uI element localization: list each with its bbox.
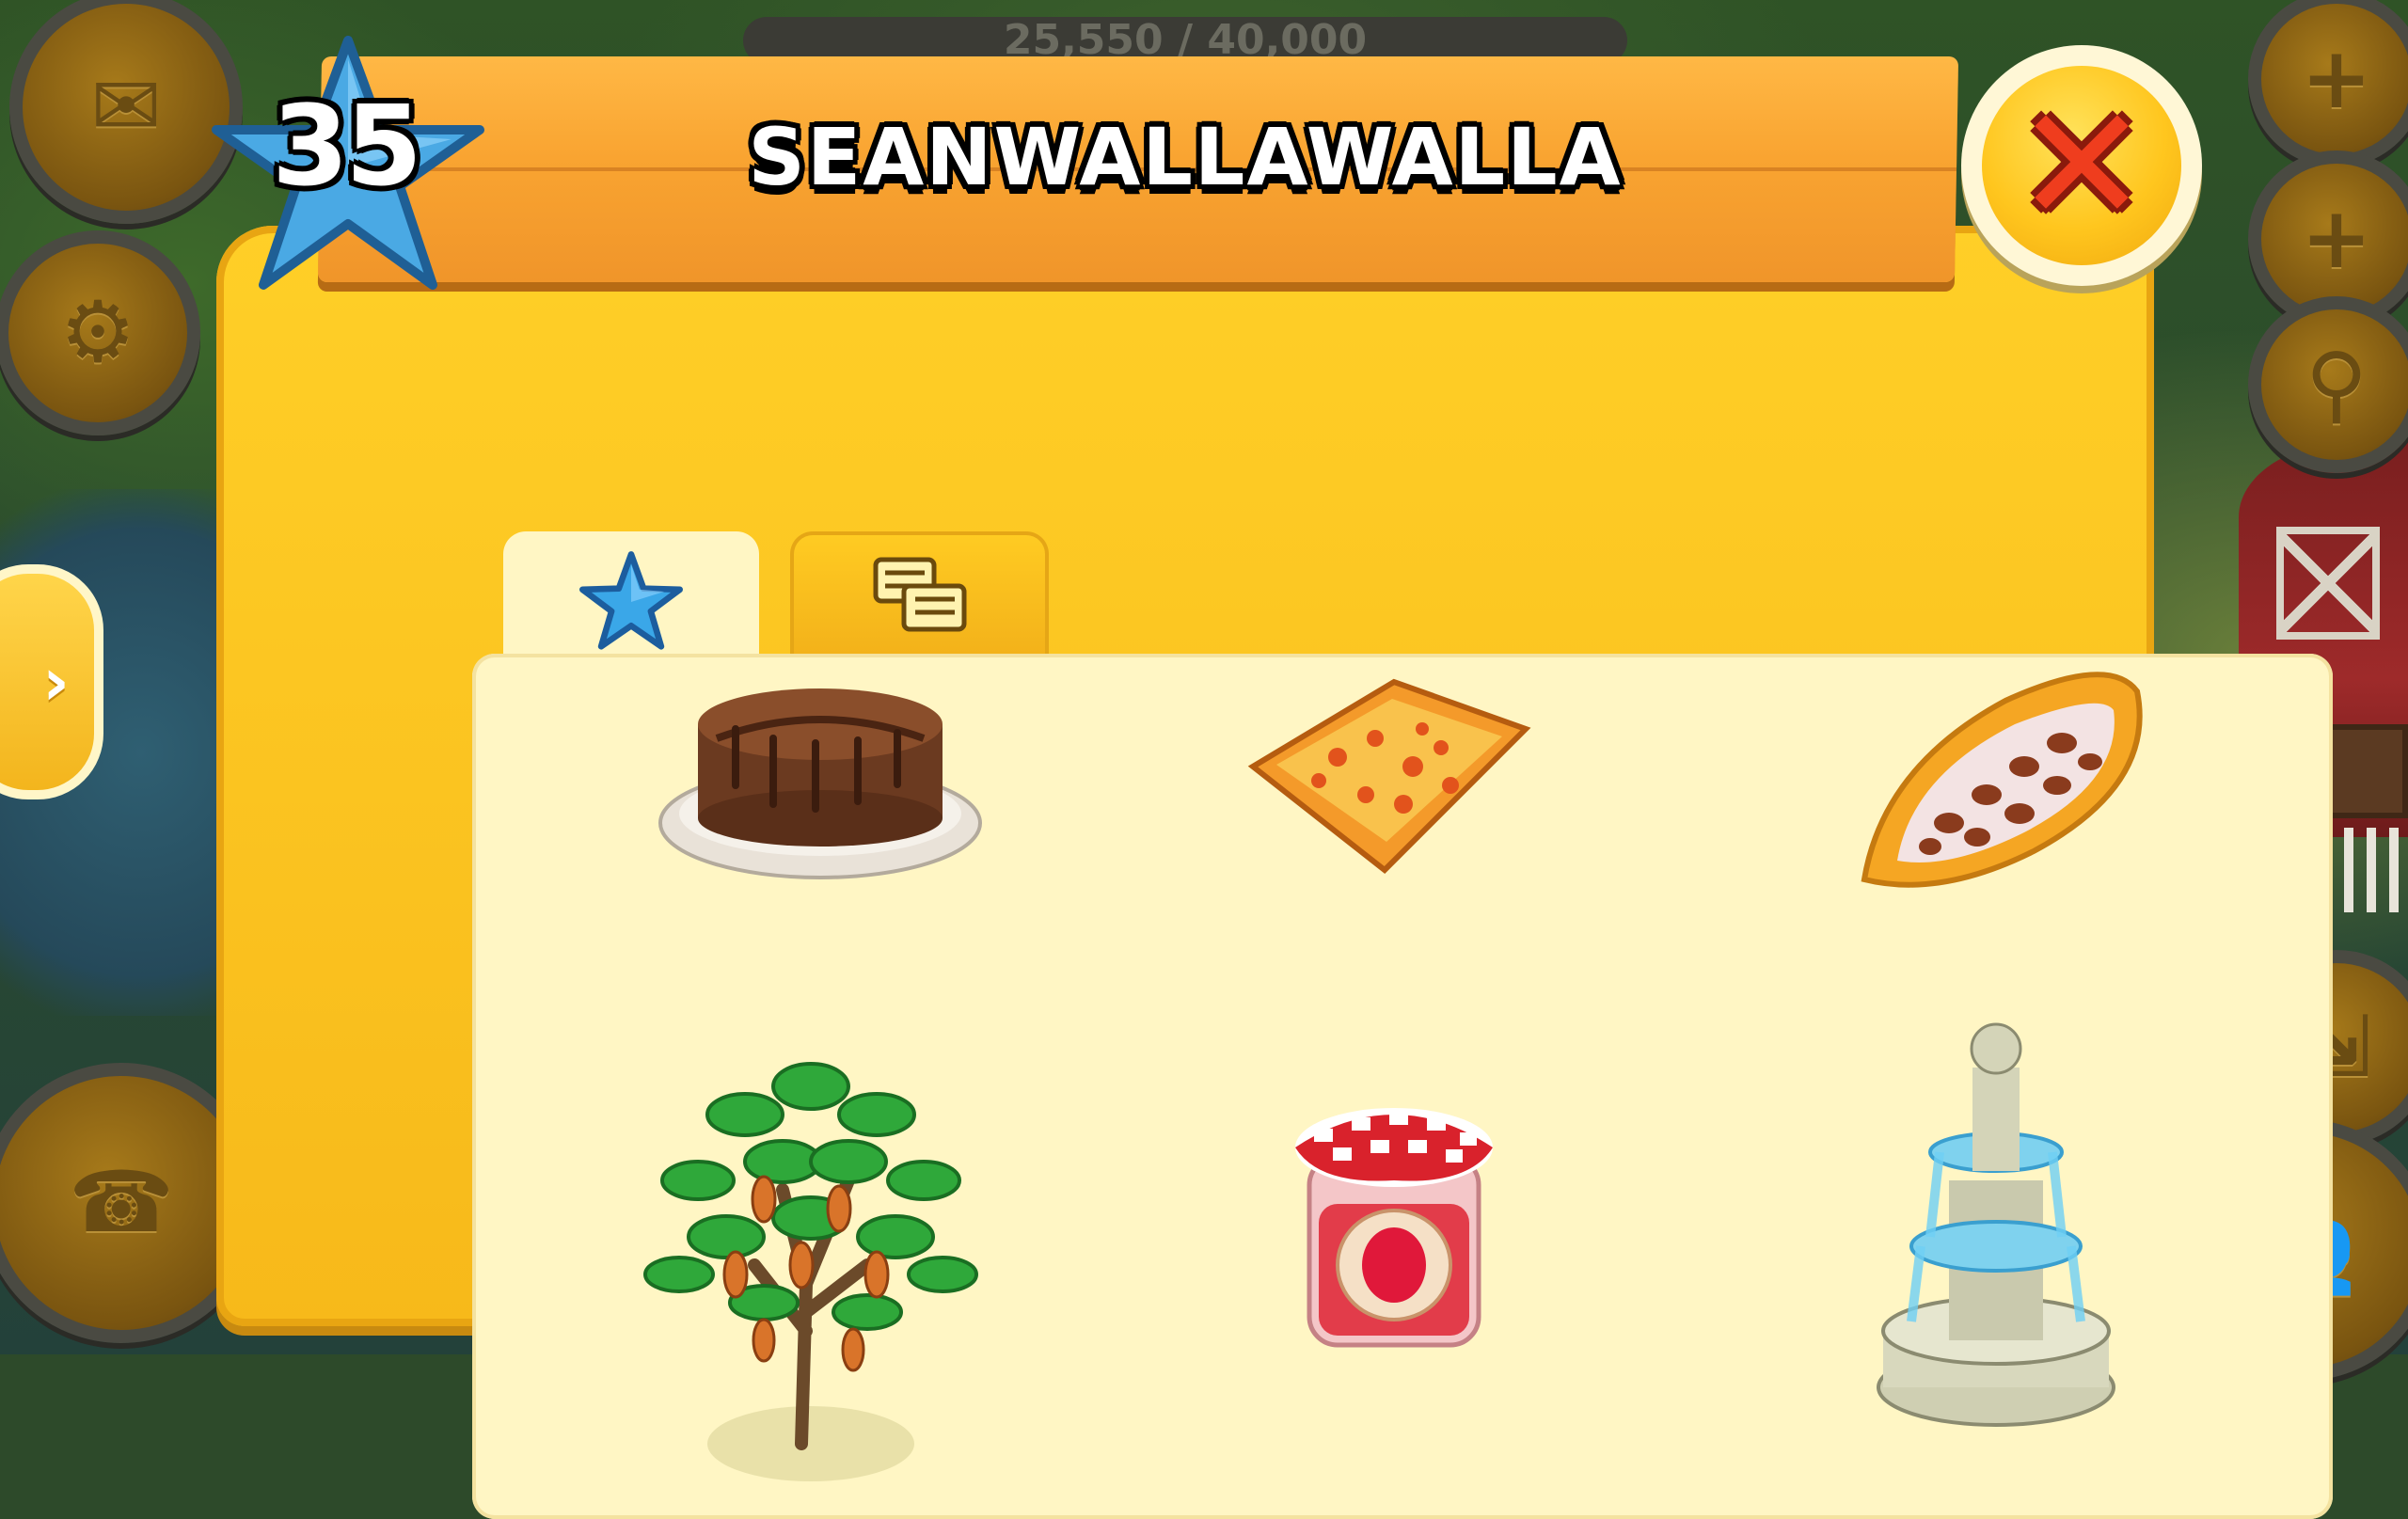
cacao-tree[interactable] — [623, 1002, 999, 1491]
chevron-right-icon: › — [42, 643, 70, 720]
expand-arrow-button[interactable]: › — [0, 564, 103, 799]
list-cards-icon — [873, 557, 966, 632]
cash-register-icon: ☎ — [68, 1153, 175, 1252]
add-diamonds-icon: + — [2301, 189, 2372, 288]
star-icon — [579, 551, 683, 650]
close-button[interactable]: ✕ — [1961, 45, 2202, 286]
magnifier-icon: ⚲ — [2305, 335, 2368, 434]
raspberry-jam-jar[interactable] — [1281, 1091, 1507, 1373]
settings-gear-icon: ⚙ — [59, 283, 136, 382]
barn-door — [2276, 527, 2380, 640]
lists-tab[interactable] — [790, 531, 1049, 654]
close-icon: ✕ — [2014, 72, 2149, 259]
player-level: 35 — [271, 81, 422, 211]
cacao-pod[interactable] — [1846, 663, 2156, 908]
chocolate-cake[interactable] — [651, 672, 990, 898]
mail-icon: ✉ — [90, 57, 162, 156]
player-name: SEANWALLAWALLA — [748, 111, 1623, 203]
close-button-face: ✕ — [1982, 66, 2181, 265]
stone-fountain[interactable] — [1855, 1011, 2137, 1444]
favorites-tab[interactable] — [503, 531, 759, 672]
add-coins-icon: + — [2301, 29, 2372, 128]
casserole-dish[interactable] — [1234, 663, 1545, 889]
favorites-grid — [472, 654, 2333, 1519]
settings-button[interactable]: ⚙ — [0, 230, 200, 435]
profile-dialog — [216, 226, 2333, 1519]
